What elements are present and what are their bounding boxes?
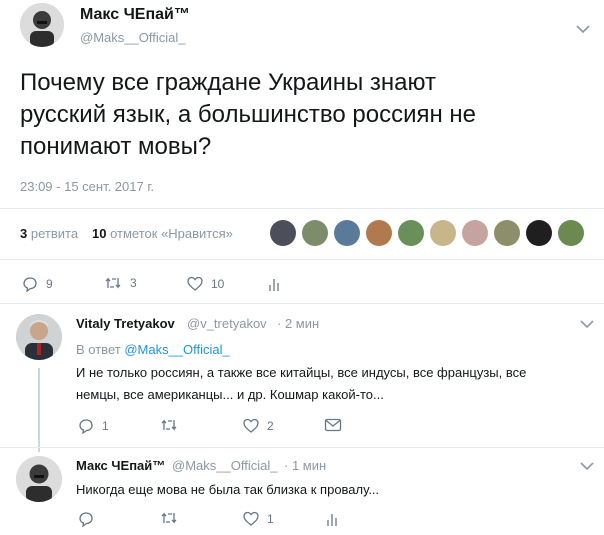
reply-button[interactable] [78, 511, 102, 527]
retweet-icon [160, 418, 178, 432]
liker-avatar[interactable] [462, 220, 488, 246]
like-count: 1 [267, 511, 274, 526]
thread-line [38, 368, 40, 452]
retweets-stat[interactable]: 3 ретвита [20, 226, 78, 241]
liker-avatar[interactable] [430, 220, 456, 246]
divider [0, 303, 604, 304]
reply-author-handle[interactable]: @v_tretyakov [187, 316, 267, 331]
liker-avatar[interactable] [334, 220, 360, 246]
reply-button[interactable]: 1 [78, 418, 109, 434]
reply-count: 9 [46, 277, 53, 291]
analytics-button[interactable] [326, 511, 338, 527]
author-avatar[interactable] [20, 3, 64, 47]
author-handle[interactable]: @Maks__Official_ [80, 30, 185, 45]
retweet-icon [160, 511, 178, 525]
reply-text-line: Никогда еще мова не была так близка к пр… [76, 482, 380, 497]
like-icon [243, 418, 259, 433]
liker-avatars [270, 220, 584, 246]
reply-time[interactable]: · 2 мин [277, 316, 319, 331]
reply-button[interactable]: 9 [22, 276, 53, 292]
retweet-button[interactable]: 3 [104, 276, 137, 290]
liker-avatar[interactable] [270, 220, 296, 246]
divider [0, 447, 604, 448]
like-button[interactable]: 10 [187, 276, 224, 291]
divider [0, 208, 604, 209]
analytics-icon [268, 276, 280, 292]
divider [0, 259, 604, 260]
reply-icon [78, 418, 94, 434]
tweet-text-line: Почему все граждане Украины знают [20, 69, 436, 96]
reply-author-handle[interactable]: @Maks__Official_ [172, 458, 277, 473]
like-icon [187, 276, 203, 291]
liker-avatar[interactable] [526, 220, 552, 246]
liker-avatar[interactable] [302, 220, 328, 246]
author-name[interactable]: Макс ЧЕпай™ [80, 6, 190, 24]
likes-stat[interactable]: 10 отметок «Нравится» [92, 226, 233, 241]
reply-icon [22, 276, 38, 292]
tweet-timestamp[interactable]: 23:09 - 15 сент. 2017 г. [20, 179, 154, 194]
like-count: 2 [267, 418, 274, 433]
analytics-icon [326, 511, 338, 527]
liker-avatar[interactable] [558, 220, 584, 246]
retweet-button[interactable] [160, 418, 186, 432]
reply-author-avatar[interactable] [16, 456, 62, 502]
like-count: 10 [211, 276, 225, 291]
likes-label: отметок «Нравится» [110, 226, 233, 241]
like-button[interactable]: 1 [243, 511, 274, 526]
retweet-button[interactable] [160, 511, 186, 525]
tweet-text-line: русский язык, а большинство россиян не [20, 101, 476, 128]
message-button[interactable] [324, 418, 342, 432]
chevron-down-icon[interactable] [576, 24, 590, 34]
chevron-down-icon[interactable] [580, 461, 594, 471]
in-reply-handle[interactable]: @Maks__Official_ [124, 342, 229, 357]
reply-text-line: И не только россиян, а также все китайцы… [76, 365, 527, 380]
reply-time[interactable]: · 1 мин [284, 458, 326, 473]
retweet-icon [104, 276, 122, 290]
chevron-down-icon[interactable] [580, 319, 594, 329]
retweets-label: ретвита [30, 226, 79, 241]
retweets-count: 3 [20, 226, 28, 241]
reply-count: 1 [102, 419, 109, 433]
likes-count: 10 [92, 226, 107, 241]
liker-avatar[interactable] [366, 220, 392, 246]
in-reply-to: В ответ @Maks__Official_ [76, 342, 230, 357]
reply-author-avatar[interactable] [16, 314, 62, 360]
tweet-text-line: понимают мовы? [20, 133, 212, 160]
in-reply-prefix: В ответ [76, 342, 121, 357]
liker-avatar[interactable] [494, 220, 520, 246]
reply-icon [78, 511, 94, 527]
reply-text-line: немцы, все американцы... и др. Кошмар ка… [76, 387, 384, 402]
reply-author-name[interactable]: Vitaly Tretyakov [76, 316, 175, 331]
analytics-button[interactable] [268, 276, 280, 292]
like-button[interactable]: 2 [243, 418, 274, 433]
reply-author-name[interactable]: Макс ЧЕпай™ [76, 458, 165, 473]
like-icon [243, 511, 259, 526]
retweet-count: 3 [130, 276, 137, 290]
liker-avatar[interactable] [398, 220, 424, 246]
message-icon [324, 418, 342, 432]
